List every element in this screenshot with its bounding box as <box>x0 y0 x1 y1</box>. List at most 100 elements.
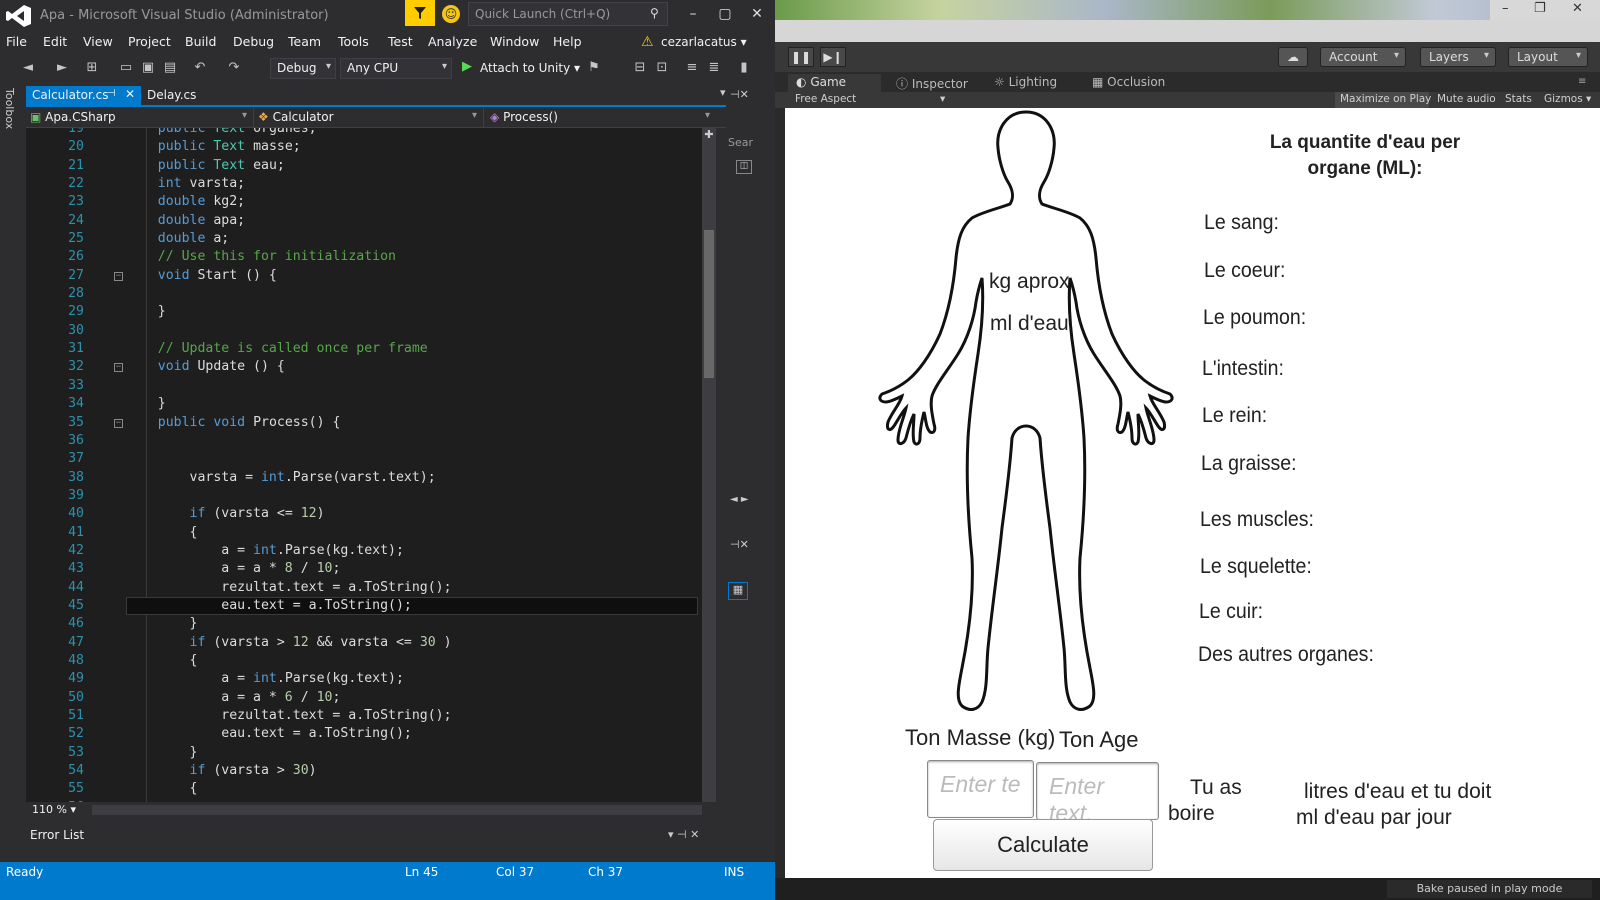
code-line[interactable]: 37 <box>26 450 716 468</box>
minimize-icon[interactable]: – <box>1502 1 1509 16</box>
code-line[interactable]: 47 if (varsta > 12 && varsta <= 30 ) <box>26 634 716 652</box>
menu-file[interactable]: File <box>6 34 27 49</box>
solution-platform-select[interactable]: Any CPU <box>340 58 452 79</box>
error-list-controls-icon[interactable]: ▾ ⊣ ✕ <box>668 828 699 841</box>
warning-icon[interactable]: ⚠ <box>641 34 654 50</box>
aspect-chevron-icon[interactable]: ▾ <box>940 93 945 105</box>
pin-icon[interactable]: ⊣ <box>107 88 116 99</box>
code-line[interactable]: 24 double apa; <box>26 212 716 230</box>
editor-horizontal-scrollbar[interactable] <box>92 805 702 815</box>
project-dropdown[interactable]: ▣ Apa.CSharp ▾ <box>26 108 254 127</box>
tab-delay-cs[interactable]: Delay.cs <box>141 86 211 106</box>
code-line[interactable]: 35 − public void Process() { <box>26 414 716 432</box>
collapse-icon[interactable]: − <box>114 271 123 281</box>
menu-debug[interactable]: Debug <box>233 34 274 49</box>
code-line[interactable]: 45 eau.text = a.ToString(); <box>26 596 716 615</box>
mute-audio-toggle[interactable]: Mute audio <box>1437 93 1496 105</box>
menu-help[interactable]: Help <box>553 34 582 49</box>
search-icon[interactable]: ⚲ <box>650 6 659 20</box>
tab-game[interactable]: ◐ Game <box>788 74 881 92</box>
quick-launch-input[interactable]: Quick Launch (Ctrl+Q) <box>468 2 668 26</box>
code-editor[interactable]: 19 public Text organes; 20 public Text ma… <box>26 128 716 802</box>
layers-dropdown[interactable]: Layers <box>1420 47 1496 67</box>
aspect-dropdown[interactable]: Free Aspect <box>795 93 856 105</box>
editor-scroll-thumb[interactable] <box>704 230 714 378</box>
stats-toggle[interactable]: Stats <box>1505 93 1532 105</box>
code-line[interactable]: 27 − void Start () { <box>26 267 716 285</box>
panel-scroll-arrows-icon[interactable]: ◄ ► <box>730 494 749 505</box>
code-line[interactable]: 52 eau.text = a.ToString(); <box>26 725 716 743</box>
code-line[interactable]: 44 rezultat.text = a.ToString(); <box>26 579 716 597</box>
minimize-icon[interactable]: – <box>678 2 708 26</box>
find-in-files-icon[interactable]: ⚑ <box>586 60 602 76</box>
code-line[interactable]: 51 rezultat.text = a.ToString(); <box>26 707 716 725</box>
layout-dropdown[interactable]: Layout <box>1508 47 1588 67</box>
properties-icon[interactable]: ⊡ <box>654 60 670 76</box>
tab-calculator-cs[interactable]: Calculator.cs ⊣ ✕ <box>26 86 141 106</box>
outdent-icon[interactable]: ≣ <box>706 60 722 76</box>
notification-filter-icon[interactable] <box>405 0 435 26</box>
undo-icon[interactable]: ↶ <box>192 60 208 76</box>
code-line[interactable]: 22 int varsta; <box>26 175 716 193</box>
code-line[interactable]: 48 { <box>26 652 716 670</box>
panel-pin-icon-2[interactable]: ⊣✕ <box>730 538 749 551</box>
age-input[interactable]: Enter text. <box>1036 762 1159 826</box>
menu-tools[interactable]: Tools <box>338 34 369 49</box>
solution-configuration-select[interactable]: Debug <box>270 58 336 79</box>
code-line[interactable]: 23 double kg2; <box>26 193 716 211</box>
mass-input[interactable]: Enter te <box>927 760 1034 818</box>
pause-button[interactable]: ❚❚ <box>788 47 814 67</box>
save-icon[interactable]: ▣ <box>140 60 156 76</box>
menu-analyze[interactable]: Analyze <box>428 34 477 49</box>
panel-menu-icon[interactable]: ≡ <box>1578 76 1586 87</box>
code-line[interactable]: 39 <box>26 487 716 505</box>
redo-icon[interactable]: ↷ <box>226 60 242 76</box>
code-line[interactable]: 25 double a; <box>26 230 716 248</box>
code-line[interactable]: 30 <box>26 322 716 340</box>
code-line[interactable]: 40 if (varsta <= 12) <box>26 505 716 523</box>
tab-lighting[interactable]: ☼ Lighting <box>986 74 1065 92</box>
account-name[interactable]: cezarlacatus ▾ <box>661 35 747 49</box>
step-button[interactable]: ▶❙ <box>820 47 846 67</box>
code-line[interactable]: 36 <box>26 432 716 450</box>
code-line[interactable]: 41 { <box>26 524 716 542</box>
code-line[interactable]: 42 a = int.Parse(kg.text); <box>26 542 716 560</box>
close-icon[interactable]: ✕ <box>742 2 772 26</box>
code-line[interactable]: 32 − void Update () { <box>26 358 716 376</box>
menu-test[interactable]: Test <box>388 34 413 49</box>
collapse-icon[interactable]: − <box>114 363 123 373</box>
menu-view[interactable]: View <box>83 34 113 49</box>
code-line[interactable]: 55 { <box>26 780 716 798</box>
toolbox-tab[interactable]: Toolbox <box>3 88 16 129</box>
error-list-title[interactable]: Error List <box>30 828 84 842</box>
code-line[interactable]: 33 <box>26 377 716 395</box>
panel-pin-icon[interactable]: ⊣✕ <box>730 88 749 101</box>
code-line[interactable]: 31 // Update is called once per frame <box>26 340 716 358</box>
menu-edit[interactable]: Edit <box>43 34 67 49</box>
code-line[interactable]: 34 } <box>26 395 716 413</box>
forward-icon[interactable]: ► <box>54 60 70 76</box>
code-line[interactable]: 49 a = int.Parse(kg.text); <box>26 670 716 688</box>
close-icon[interactable]: ✕ <box>1572 1 1583 16</box>
panel-tool-icon[interactable]: ◫ <box>736 160 752 174</box>
menu-window[interactable]: Window <box>490 34 539 49</box>
save-all-icon[interactable]: ▤ <box>162 60 178 76</box>
code-line[interactable]: 50 a = a * 6 / 10; <box>26 689 716 707</box>
new-project-icon[interactable]: ⊞ <box>84 60 100 76</box>
cloud-icon[interactable]: ☁ <box>1278 47 1308 67</box>
back-icon[interactable]: ◄ <box>20 60 36 76</box>
tab-inspector[interactable]: ⓘ Inspector <box>888 74 976 92</box>
account-dropdown[interactable]: Account <box>1320 47 1406 67</box>
close-tab-icon[interactable]: ✕ <box>125 87 135 101</box>
attach-to-unity-button[interactable]: Attach to Unity ▾ <box>480 61 580 75</box>
restore-icon[interactable]: ❐ <box>1534 1 1546 16</box>
code-line[interactable]: 53 } <box>26 744 716 762</box>
class-dropdown[interactable]: ❖ Calculator ▾ <box>254 108 484 127</box>
code-line[interactable]: 19 public Text organes; <box>26 128 716 138</box>
menu-team[interactable]: Team <box>288 34 321 49</box>
code-line[interactable]: 54 if (varsta > 30) <box>26 762 716 780</box>
menu-build[interactable]: Build <box>185 34 216 49</box>
zoom-level-select[interactable]: 110 % ▾ <box>28 802 88 818</box>
code-line[interactable]: 38 varsta = int.Parse(varst.text); <box>26 469 716 487</box>
solution-explorer-icon[interactable]: ⊟ <box>632 60 648 76</box>
